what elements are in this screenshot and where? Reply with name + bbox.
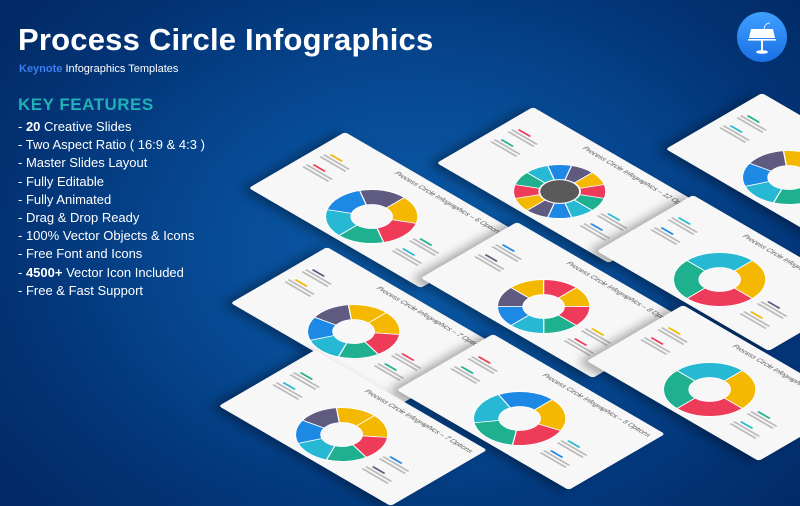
process-circle — [741, 150, 800, 205]
slide-previews: Process Circle Infographics – 6 Options P… — [0, 0, 800, 506]
